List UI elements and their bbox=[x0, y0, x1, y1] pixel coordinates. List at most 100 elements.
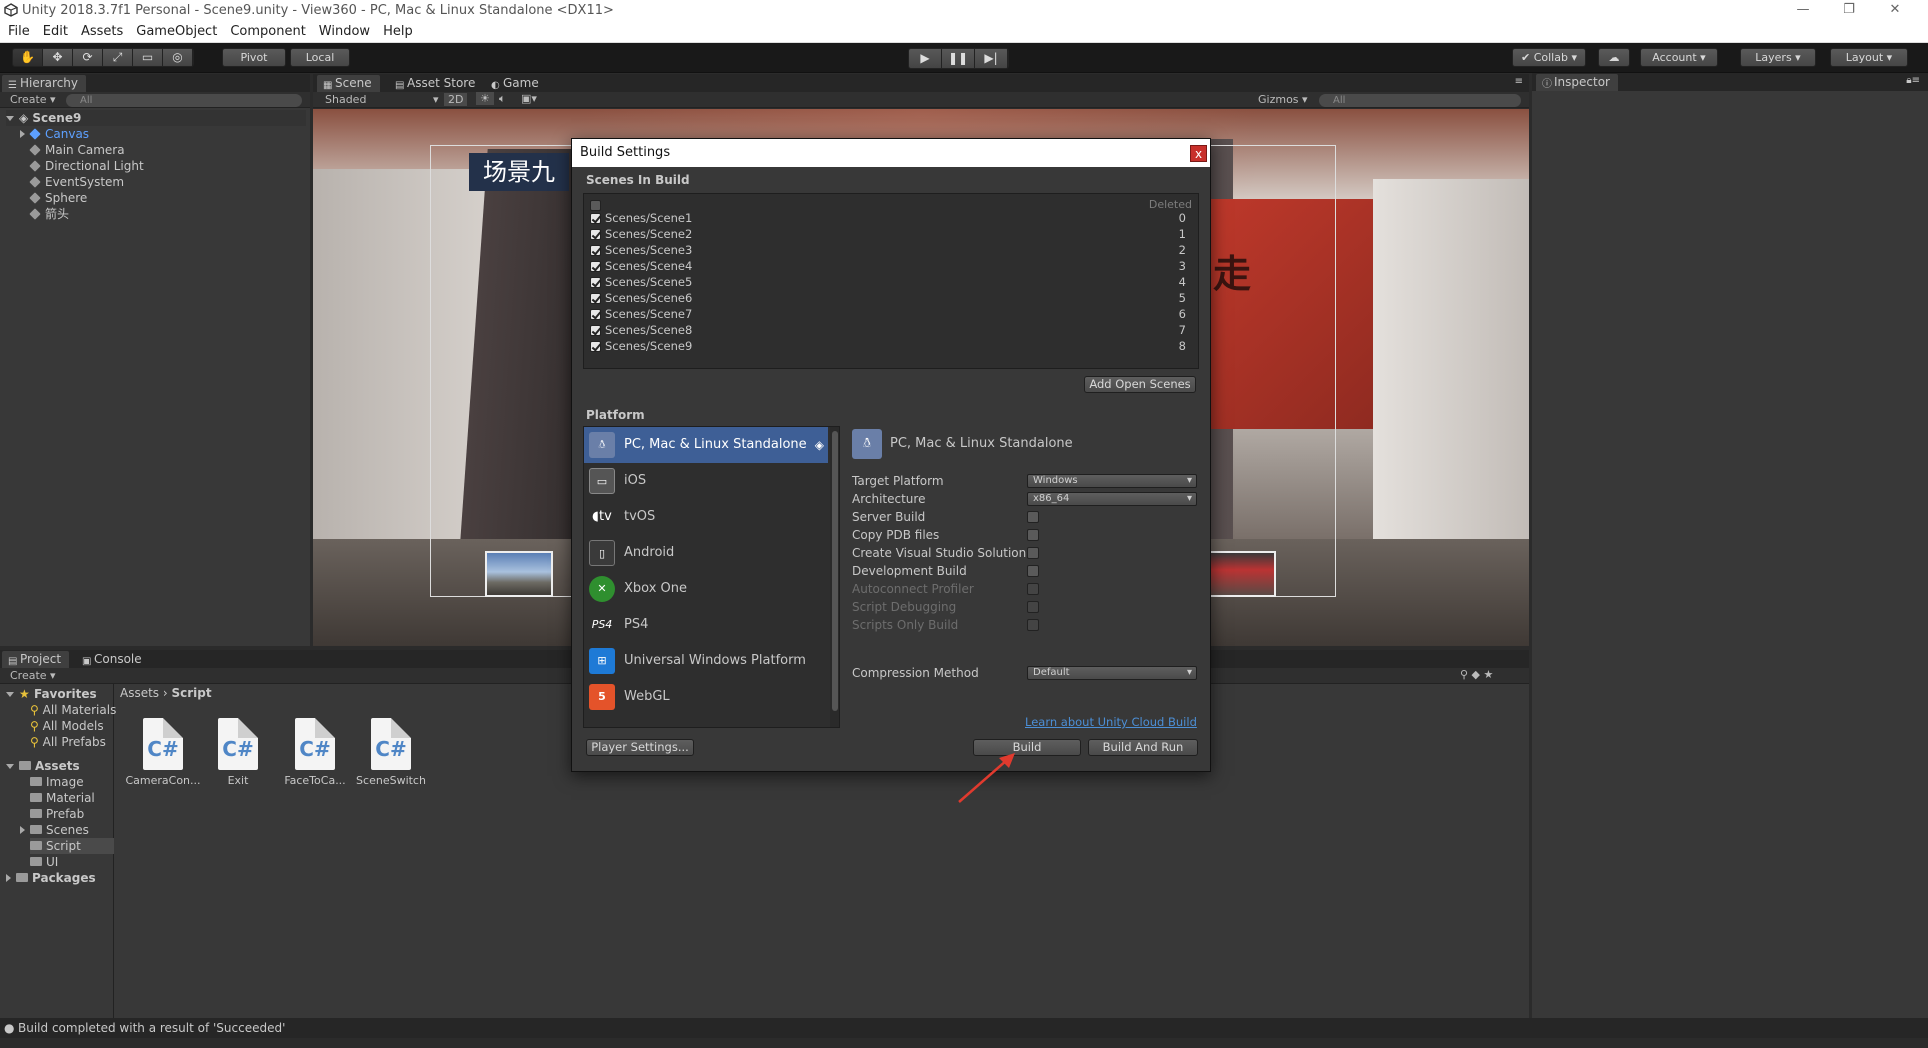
lock-icon[interactable]: 🔒︎≡ bbox=[1906, 75, 1920, 86]
menu-file[interactable]: File bbox=[0, 22, 35, 39]
hierarchy-item-canvas[interactable]: Canvas bbox=[20, 126, 89, 142]
project-create-button[interactable]: Create ▾ bbox=[10, 669, 56, 682]
hand-tool-icon[interactable]: ✋ bbox=[13, 49, 43, 66]
minimize-button[interactable]: — bbox=[1780, 0, 1826, 22]
platform-item-xbox[interactable]: ✕ Xbox One bbox=[584, 571, 828, 607]
effects-toggle-icon[interactable]: ▣▾ bbox=[521, 92, 537, 105]
folder-material[interactable]: Material bbox=[30, 790, 95, 806]
menu-assets[interactable]: Assets bbox=[73, 22, 128, 39]
hierarchy-item-eventsystem[interactable]: EventSystem bbox=[29, 174, 124, 190]
tab-project[interactable]: ▤ Project bbox=[2, 651, 70, 668]
add-open-scenes-button[interactable]: Add Open Scenes bbox=[1084, 376, 1196, 393]
favorite-all-models[interactable]: ⚲ All Models bbox=[30, 718, 104, 734]
script-file-facetoca[interactable]: C# FaceToCa... bbox=[275, 718, 355, 787]
platform-item-webgl[interactable]: 5 WebGL bbox=[584, 679, 828, 715]
hierarchy-item-sphere[interactable]: Sphere bbox=[29, 190, 87, 206]
menu-edit[interactable]: Edit bbox=[35, 22, 73, 39]
audio-toggle-icon[interactable]: 🔈︎ bbox=[499, 92, 506, 106]
layout-dropdown[interactable]: Layout ▾ bbox=[1830, 48, 1908, 67]
script-file-sceneswitch[interactable]: C# SceneSwitch bbox=[351, 718, 431, 787]
scene-row[interactable]: Scenes/Scene8 7 bbox=[590, 322, 1190, 338]
pause-button[interactable]: ❚❚ bbox=[942, 49, 975, 68]
menu-gameobject[interactable]: GameObject bbox=[128, 22, 222, 39]
play-button[interactable]: ▶ bbox=[909, 49, 942, 68]
tab-scene[interactable]: ▦ Scene bbox=[317, 75, 380, 92]
dialog-close-button[interactable]: x bbox=[1190, 145, 1207, 162]
favorites-header[interactable]: ★ Favorites bbox=[6, 686, 97, 702]
scene-checkbox[interactable] bbox=[590, 277, 601, 288]
scene-row[interactable]: Scenes/Scene5 4 bbox=[590, 274, 1190, 290]
server-build-checkbox[interactable] bbox=[1027, 511, 1039, 523]
tab-console[interactable]: ▣ Console bbox=[76, 651, 150, 668]
breadcrumb-script[interactable]: Script bbox=[172, 686, 212, 700]
hierarchy-item-arrow[interactable]: 箭头 bbox=[29, 206, 69, 222]
pivot-toggle[interactable]: Pivot bbox=[222, 48, 286, 67]
compression-method-dropdown[interactable]: Default bbox=[1027, 666, 1197, 680]
lighting-toggle-icon[interactable]: ☀ bbox=[476, 92, 494, 105]
rect-tool-icon[interactable]: ▭ bbox=[133, 49, 163, 66]
scene-row[interactable]: Scenes/Scene3 2 bbox=[590, 242, 1190, 258]
move-tool-icon[interactable]: ✥ bbox=[43, 49, 73, 66]
folder-prefab[interactable]: Prefab bbox=[30, 806, 84, 822]
folder-script[interactable]: Script bbox=[30, 838, 114, 854]
target-platform-dropdown[interactable]: Windows bbox=[1027, 474, 1197, 488]
2d-toggle[interactable]: 2D bbox=[444, 93, 468, 106]
platform-item-ios[interactable]: ▭ iOS bbox=[584, 463, 828, 499]
copy-pdb-checkbox[interactable] bbox=[1027, 529, 1039, 541]
scene-checkbox[interactable] bbox=[590, 293, 601, 304]
hierarchy-item-directional-light[interactable]: Directional Light bbox=[29, 158, 144, 174]
platform-item-ps4[interactable]: PS4 PS4 bbox=[584, 607, 828, 643]
transform-tool-icon[interactable]: ◎ bbox=[163, 49, 193, 66]
filter-icons[interactable]: ⚲ ◆ ★ bbox=[1460, 668, 1493, 681]
scrollbar-thumb[interactable] bbox=[832, 431, 838, 711]
scene-checkbox[interactable] bbox=[590, 261, 601, 272]
account-dropdown[interactable]: Account ▾ bbox=[1640, 48, 1718, 67]
scene-search-input[interactable]: All bbox=[1319, 94, 1521, 107]
assets-header[interactable]: Assets bbox=[6, 758, 80, 774]
breadcrumb-assets[interactable]: Assets bbox=[120, 686, 159, 700]
maximize-button[interactable]: ❐ bbox=[1826, 0, 1872, 22]
scene-checkbox[interactable] bbox=[590, 341, 601, 352]
tab-hierarchy[interactable]: ☰ Hierarchy bbox=[2, 75, 87, 92]
collab-dropdown[interactable]: ✔ Collab ▾ bbox=[1512, 48, 1586, 67]
script-file-exit[interactable]: C# Exit bbox=[198, 718, 278, 787]
folder-scenes[interactable]: Scenes bbox=[20, 822, 89, 838]
player-settings-button[interactable]: Player Settings... bbox=[586, 739, 694, 756]
create-vs-solution-checkbox[interactable] bbox=[1027, 547, 1039, 559]
packages-header[interactable]: Packages bbox=[6, 870, 96, 886]
scene-row[interactable]: Scenes/Scene9 8 bbox=[590, 338, 1190, 354]
scene-checkbox[interactable] bbox=[590, 325, 601, 336]
gizmos-dropdown[interactable]: Gizmos ▾ bbox=[1258, 93, 1308, 106]
menu-help[interactable]: Help bbox=[375, 22, 418, 39]
hierarchy-search-input[interactable]: All bbox=[66, 94, 302, 107]
script-file-cameracon[interactable]: C# CameraCon... bbox=[123, 718, 203, 787]
platform-item-android[interactable]: ▯ Android bbox=[584, 535, 828, 571]
rotate-tool-icon[interactable]: ⟳ bbox=[73, 49, 103, 66]
shading-dropdown[interactable]: Shaded bbox=[325, 93, 366, 106]
step-button[interactable]: ▶| bbox=[975, 49, 1008, 68]
build-and-run-button[interactable]: Build And Run bbox=[1088, 739, 1198, 756]
layers-dropdown[interactable]: Layers ▾ bbox=[1740, 48, 1816, 67]
cloud-build-link[interactable]: Learn about Unity Cloud Build bbox=[1025, 715, 1197, 729]
cloud-button[interactable]: ☁ bbox=[1598, 48, 1630, 67]
favorite-all-materials[interactable]: ⚲ All Materials bbox=[30, 702, 116, 718]
panel-menu-icon[interactable]: ≡ bbox=[1515, 76, 1523, 87]
shading-dropdown-caret[interactable]: ▾ bbox=[433, 93, 439, 106]
development-build-checkbox[interactable] bbox=[1027, 565, 1039, 577]
menu-window[interactable]: Window bbox=[311, 22, 375, 39]
tab-asset-store[interactable]: ▤ Asset Store bbox=[389, 75, 483, 92]
platform-item-tvos[interactable]: ◖tv tvOS bbox=[584, 499, 828, 535]
scene-checkbox[interactable] bbox=[590, 309, 601, 320]
platform-item-pc[interactable]: 🐧︎ PC, Mac & Linux Standalone ◈ bbox=[584, 427, 828, 463]
architecture-dropdown[interactable]: x86_64 bbox=[1027, 492, 1197, 506]
scene-row[interactable]: Scenes/Scene7 6 bbox=[590, 306, 1190, 322]
scene-checkbox[interactable] bbox=[590, 229, 601, 240]
scene-root[interactable]: ◈ Scene9 bbox=[6, 110, 306, 126]
hierarchy-create-button[interactable]: Create ▾ bbox=[10, 93, 56, 106]
scene-row[interactable]: Scenes/Scene4 3 bbox=[590, 258, 1190, 274]
local-toggle[interactable]: Local bbox=[290, 48, 350, 67]
scene-row[interactable]: Scenes/Scene1 0 bbox=[590, 210, 1190, 226]
close-window-button[interactable]: ✕ bbox=[1872, 0, 1918, 22]
platform-scrollbar[interactable] bbox=[830, 427, 839, 727]
platform-item-uwp[interactable]: ⊞ Universal Windows Platform bbox=[584, 643, 828, 679]
